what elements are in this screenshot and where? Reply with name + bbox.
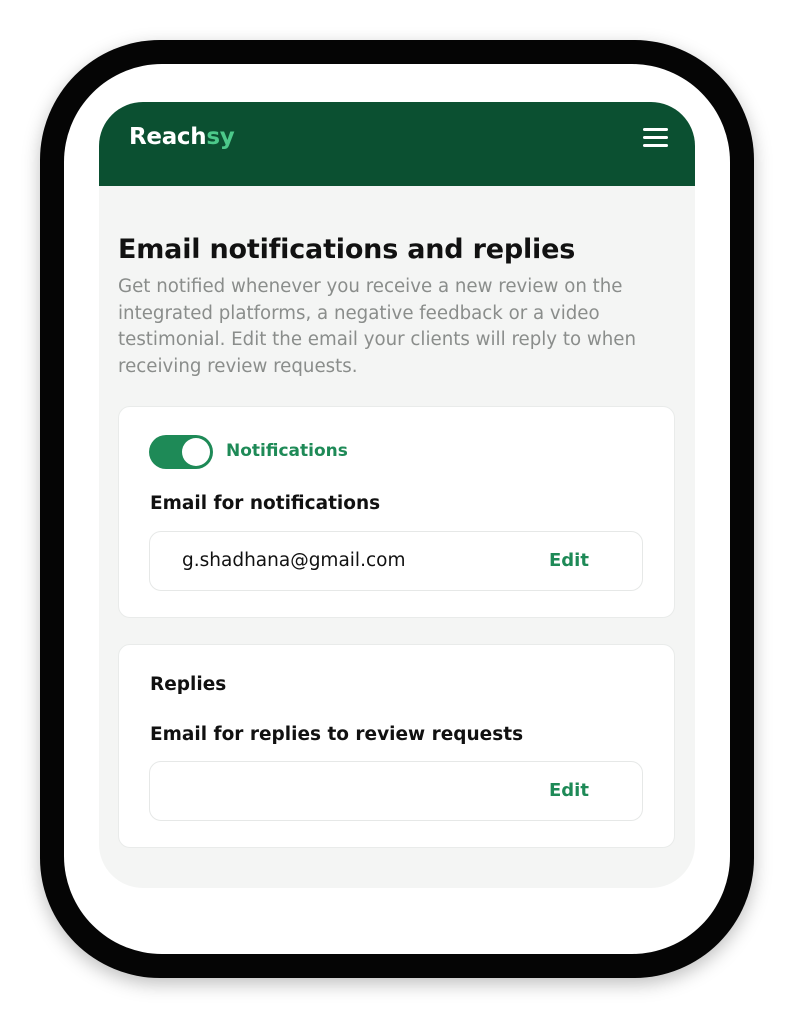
phone-frame: Reachsy Email notifications and replies …	[40, 40, 754, 978]
replies-section-title: Replies	[150, 674, 227, 695]
replies-email-edit-button[interactable]: Edit	[549, 780, 589, 801]
phone-screen: Reachsy Email notifications and replies …	[64, 64, 730, 954]
replies-email-field: Edit	[149, 761, 643, 821]
notifications-toggle-label: Notifications	[226, 441, 348, 461]
notifications-email-value: g.shadhana@gmail.com	[182, 550, 406, 571]
hamburger-menu-icon[interactable]	[643, 126, 668, 148]
reachsy-logo[interactable]: Reachsy	[129, 124, 235, 150]
toggle-knob	[182, 438, 210, 466]
notifications-email-label: Email for notifications	[150, 493, 381, 514]
notifications-toggle[interactable]	[149, 435, 213, 469]
notifications-email-field: g.shadhana@gmail.com Edit	[149, 531, 643, 591]
page-title: Email notifications and replies	[118, 234, 576, 265]
app-container: Reachsy Email notifications and replies …	[99, 102, 695, 888]
logo-main-text: Reach	[129, 124, 207, 150]
logo-accent-text: sy	[206, 124, 235, 150]
replies-email-label: Email for replies to review requests	[150, 724, 524, 745]
top-bar: Reachsy	[99, 102, 695, 186]
page-description: Get notified whenever you receive a new …	[118, 276, 637, 377]
notifications-card: Notifications Email for notifications g.…	[118, 406, 675, 618]
notifications-email-edit-button[interactable]: Edit	[549, 550, 589, 571]
replies-card: Replies Email for replies to review requ…	[118, 644, 675, 848]
